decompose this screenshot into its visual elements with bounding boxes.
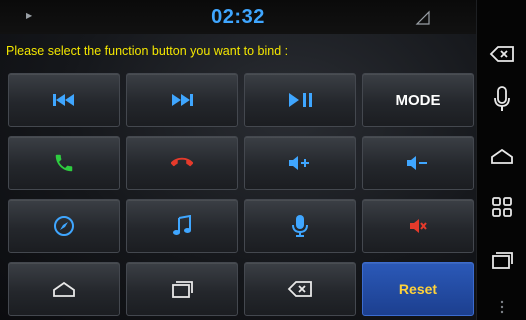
mute-button[interactable] bbox=[362, 199, 474, 253]
status-bar: ▶ 02:32 bbox=[0, 0, 476, 34]
call-hangup-icon bbox=[171, 157, 193, 167]
call-answer-button[interactable] bbox=[8, 136, 120, 190]
clock: 02:32 bbox=[211, 6, 265, 28]
more-icon[interactable] bbox=[500, 300, 504, 314]
home-icon bbox=[53, 281, 75, 297]
call-hangup-button[interactable] bbox=[126, 136, 238, 190]
volume-up-button[interactable] bbox=[244, 136, 356, 190]
side-apps-button[interactable] bbox=[477, 183, 526, 231]
navigation-button[interactable] bbox=[8, 199, 120, 253]
volume-down-button[interactable] bbox=[362, 136, 474, 190]
mode-button[interactable]: MODE bbox=[362, 73, 474, 127]
button-grid: MODE Reset bbox=[8, 73, 476, 318]
side-home-button[interactable] bbox=[477, 132, 526, 180]
recent-apps-button[interactable] bbox=[126, 262, 238, 316]
volume-up-icon bbox=[289, 156, 309, 170]
mute-icon bbox=[410, 219, 427, 233]
mode-label: MODE bbox=[395, 91, 441, 109]
previous-track-icon bbox=[53, 94, 74, 106]
microphone-icon bbox=[292, 215, 308, 237]
call-answer-icon bbox=[55, 154, 73, 172]
music-button[interactable] bbox=[126, 199, 238, 253]
volume-down-icon bbox=[407, 156, 427, 170]
side-back-button[interactable] bbox=[477, 30, 526, 78]
side-microphone-button[interactable] bbox=[477, 76, 526, 124]
recent-apps-icon bbox=[492, 252, 513, 269]
back-icon bbox=[287, 281, 312, 297]
screen: ▶ 02:32 Please select the function butto… bbox=[0, 0, 526, 320]
apps-grid-icon bbox=[492, 197, 512, 217]
recent-apps-icon bbox=[172, 281, 193, 298]
back-icon bbox=[489, 46, 514, 62]
reset-button[interactable]: Reset bbox=[362, 262, 474, 316]
previous-track-button[interactable] bbox=[8, 73, 120, 127]
home-icon bbox=[491, 148, 513, 164]
side-nav-bar bbox=[476, 0, 526, 320]
signal-icon bbox=[415, 10, 430, 25]
microphone-button[interactable] bbox=[244, 199, 356, 253]
prompt-text: Please select the function button you wa… bbox=[6, 44, 289, 58]
navigation-compass-icon bbox=[54, 216, 74, 236]
home-button[interactable] bbox=[8, 262, 120, 316]
reset-label: Reset bbox=[398, 281, 438, 297]
microphone-icon bbox=[494, 86, 510, 111]
side-recent-apps-button[interactable] bbox=[477, 236, 526, 284]
back-button[interactable] bbox=[244, 262, 356, 316]
play-pause-icon bbox=[289, 93, 312, 107]
play-pause-button[interactable] bbox=[244, 73, 356, 127]
music-note-icon bbox=[173, 215, 191, 235]
next-track-icon bbox=[172, 94, 193, 106]
next-track-button[interactable] bbox=[126, 73, 238, 127]
